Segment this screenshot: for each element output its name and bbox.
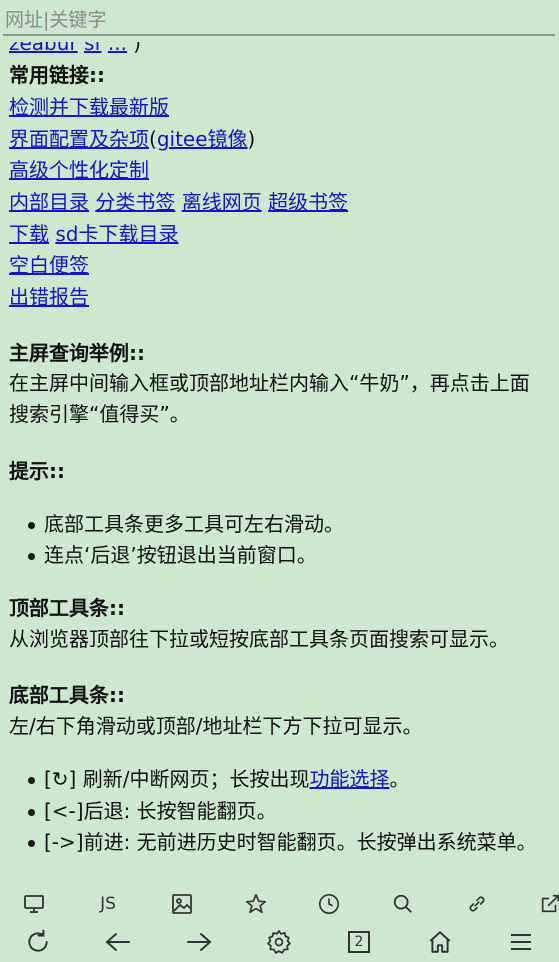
cut-close-paren: ) <box>133 42 142 55</box>
home-query-text: 在主屏中间输入框或顶部地址栏内输入“牛奶”，再点击上面搜索引擎“值得买”。 <box>9 371 530 426</box>
refresh-icon[interactable] <box>21 926 55 958</box>
list-item: 底部工具条更多工具可左右滑动。 <box>28 509 544 540</box>
super-bookmarks-link[interactable]: 超级书签 <box>268 190 348 214</box>
tab-count: 2 <box>348 931 370 953</box>
refresh-item-text: [↻] 刷新/中断网页；长按出现 <box>44 767 310 791</box>
blank-note-link[interactable]: 空白便签 <box>9 253 89 277</box>
bottom-toolbar-text: 左/右下角滑动或顶部/地址栏下方下拉可显示。 <box>9 714 423 738</box>
download-link[interactable]: 下载 <box>9 222 49 246</box>
js-icon[interactable]: JS <box>91 888 125 920</box>
top-toolbar-heading: 顶部工具条:: <box>9 596 125 620</box>
list-item: [->]前进: 无前进历史时智能翻页。长按弹出系统菜单。 <box>28 827 544 858</box>
address-input[interactable] <box>3 6 555 36</box>
refresh-item-suffix: 。 <box>389 767 410 791</box>
settings-icon[interactable] <box>262 926 296 958</box>
bookmarks-link[interactable]: 分类书签 <box>95 190 175 214</box>
gitee-mirror-link[interactable]: gitee镜像 <box>157 127 248 151</box>
more-link[interactable]: ... <box>108 42 127 55</box>
top-toolbar-text: 从浏览器顶部往下拉或短按底部工具条页面搜索可显示。 <box>9 627 509 651</box>
desktop-icon[interactable] <box>17 888 51 920</box>
star-icon[interactable] <box>239 888 273 920</box>
gitee-open-paren: ( <box>149 127 157 151</box>
page-content: zeabur sf ... ) 常用链接:: 检测并下载最新版 界面配置及杂项(… <box>0 42 559 882</box>
list-item: [<-]后退: 长按智能翻页。 <box>28 796 544 827</box>
back-arrow-icon[interactable] <box>101 926 135 958</box>
home-icon[interactable] <box>423 926 457 958</box>
error-report-link[interactable]: 出错报告 <box>9 285 89 309</box>
tips-heading: 提示:: <box>9 459 65 483</box>
gitee-close-paren: ) <box>247 127 256 151</box>
check-update-link[interactable]: 检测并下载最新版 <box>9 95 169 119</box>
common-links-heading: 常用链接:: <box>9 63 105 87</box>
offline-pages-link[interactable]: 离线网页 <box>182 190 262 214</box>
list-item: [↻] 刷新/中断网页；长按出现功能选择。 <box>28 764 544 795</box>
address-bar <box>0 0 559 42</box>
tool-strip: JS <box>0 884 559 922</box>
list-item: 连点‘后退’按钮退出当前窗口。 <box>28 540 544 571</box>
menu-icon[interactable] <box>504 926 538 958</box>
inner-dir-link[interactable]: 内部目录 <box>9 190 89 214</box>
js-label: JS <box>100 894 116 914</box>
sd-download-link[interactable]: sd卡下载目录 <box>55 222 178 246</box>
function-select-link[interactable]: 功能选择 <box>309 767 389 791</box>
forward-arrow-icon[interactable] <box>182 926 216 958</box>
bottom-toolbar-heading: 底部工具条:: <box>9 683 125 707</box>
zeabur-link[interactable]: zeabur <box>9 42 78 55</box>
advanced-custom-link[interactable]: 高级个性化定制 <box>9 158 149 182</box>
cut-off-link-row: zeabur sf ... ) <box>9 42 141 55</box>
link-icon[interactable] <box>460 888 494 920</box>
external-link-icon[interactable] <box>533 888 559 920</box>
tab-count-icon[interactable]: 2 <box>342 926 376 958</box>
bottom-toolbar: 2 <box>0 922 559 962</box>
history-icon[interactable] <box>312 888 346 920</box>
sf-link[interactable]: sf <box>84 42 101 55</box>
search-icon[interactable] <box>386 888 420 920</box>
image-icon[interactable] <box>165 888 199 920</box>
ui-config-link[interactable]: 界面配置及杂项 <box>9 127 149 151</box>
home-query-heading: 主屏查询举例:: <box>9 341 145 365</box>
